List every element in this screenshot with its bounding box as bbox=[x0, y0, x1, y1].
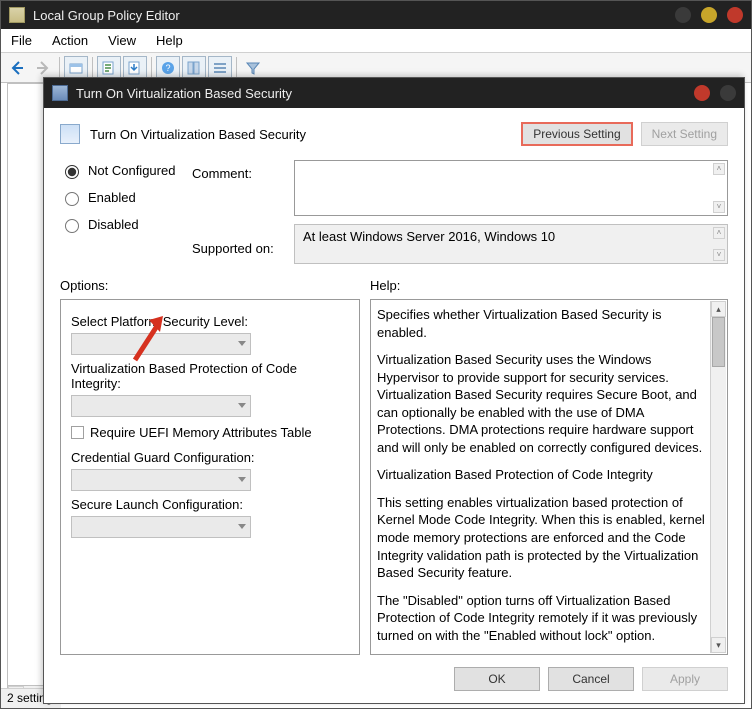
minimize-button[interactable] bbox=[675, 7, 691, 23]
opt-credguard-combo[interactable] bbox=[71, 469, 251, 491]
scroll-down-icon[interactable]: ˅ bbox=[713, 249, 725, 261]
svg-text:?: ? bbox=[165, 63, 170, 73]
gpedit-icon bbox=[9, 7, 25, 23]
help-label: Help: bbox=[370, 278, 400, 293]
maximize-button[interactable] bbox=[701, 7, 717, 23]
help-p2: Virtualization Based Security uses the W… bbox=[377, 351, 707, 456]
dialog-title-text: Turn On Virtualization Based Security bbox=[76, 86, 292, 101]
opt-platform-combo[interactable] bbox=[71, 333, 251, 355]
apply-button[interactable]: Apply bbox=[642, 667, 728, 691]
radio-disabled-input[interactable] bbox=[65, 219, 79, 233]
radio-label: Enabled bbox=[88, 190, 136, 205]
radio-label: Disabled bbox=[88, 217, 139, 232]
supported-label: Supported on: bbox=[192, 241, 282, 256]
radio-enabled-input[interactable] bbox=[65, 192, 79, 206]
tool-up-icon[interactable] bbox=[64, 56, 88, 80]
dialog-icon bbox=[52, 85, 68, 101]
scroll-up-icon[interactable]: ▴ bbox=[711, 301, 726, 317]
supported-scroll[interactable]: ˄ ˅ bbox=[713, 227, 725, 261]
menu-action[interactable]: Action bbox=[42, 33, 98, 48]
ok-button[interactable]: OK bbox=[454, 667, 540, 691]
dialog-header-row: Turn On Virtualization Based Security Pr… bbox=[60, 118, 728, 154]
field-labels: Comment: Supported on: bbox=[192, 160, 282, 264]
scroll-up-icon[interactable]: ˄ bbox=[713, 227, 725, 239]
menu-help[interactable]: Help bbox=[146, 33, 193, 48]
tool-help-icon[interactable]: ? bbox=[156, 56, 180, 80]
dialog-close-button[interactable] bbox=[694, 85, 710, 101]
radio-disabled[interactable]: Disabled bbox=[60, 216, 180, 233]
opt-platform-label: Select Platform Security Level: bbox=[71, 314, 349, 329]
tool-refresh-icon[interactable] bbox=[182, 56, 206, 80]
dialog-max-button[interactable] bbox=[720, 85, 736, 101]
help-panel: Specifies whether Virtualization Based S… bbox=[370, 299, 728, 655]
policy-dialog: Turn On Virtualization Based Security Tu… bbox=[43, 77, 745, 704]
menu-file[interactable]: File bbox=[1, 33, 42, 48]
comment-textarea[interactable]: ˄ ˅ bbox=[294, 160, 728, 216]
main-title: Local Group Policy Editor bbox=[33, 8, 180, 23]
config-section: Not Configured Enabled Disabled Comment:… bbox=[60, 154, 728, 264]
options-label: Options: bbox=[60, 278, 370, 293]
tool-properties-icon[interactable] bbox=[97, 56, 121, 80]
tool-list-icon[interactable] bbox=[208, 56, 232, 80]
help-p1: Specifies whether Virtualization Based S… bbox=[377, 306, 707, 341]
scroll-track[interactable] bbox=[711, 317, 726, 637]
radio-label: Not Configured bbox=[88, 163, 175, 178]
dialog-body: Turn On Virtualization Based Security Pr… bbox=[44, 108, 744, 703]
opt-vbpci-combo[interactable] bbox=[71, 395, 251, 417]
dialog-titlebar[interactable]: Turn On Virtualization Based Security bbox=[44, 78, 744, 108]
help-text: Specifies whether Virtualization Based S… bbox=[377, 306, 707, 648]
close-button[interactable] bbox=[727, 7, 743, 23]
comment-label: Comment: bbox=[192, 166, 282, 181]
help-p5: The "Disabled" option turns off Virtuali… bbox=[377, 592, 707, 645]
opt-vbpci-label: Virtualization Based Protection of Code … bbox=[71, 361, 349, 391]
cancel-button[interactable]: Cancel bbox=[548, 667, 634, 691]
nav-forward-icon[interactable] bbox=[31, 56, 55, 80]
tool-export-icon[interactable] bbox=[123, 56, 147, 80]
options-panel: Select Platform Security Level: Virtuali… bbox=[60, 299, 360, 655]
radio-group: Not Configured Enabled Disabled bbox=[60, 160, 180, 264]
help-scrollbar[interactable]: ▴ ▾ bbox=[710, 301, 726, 653]
menu-view[interactable]: View bbox=[98, 33, 146, 48]
supported-on-text: At least Windows Server 2016, Windows 10 bbox=[303, 229, 555, 244]
help-p4: This setting enables virtualization base… bbox=[377, 494, 707, 582]
dialog-button-row: OK Cancel Apply bbox=[60, 655, 728, 691]
field-values: ˄ ˅ At least Windows Server 2016, Window… bbox=[294, 160, 728, 264]
scroll-down-icon[interactable]: ▾ bbox=[711, 637, 726, 653]
opt-uefi-checkbox[interactable]: Require UEFI Memory Attributes Table bbox=[71, 425, 349, 440]
checkbox-icon[interactable] bbox=[71, 426, 84, 439]
main-menubar: File Action View Help bbox=[1, 29, 751, 53]
supported-on-field: At least Windows Server 2016, Windows 10… bbox=[294, 224, 728, 264]
tool-filter-icon[interactable] bbox=[241, 56, 265, 80]
opt-securelaunch-combo[interactable] bbox=[71, 516, 251, 538]
panels-row: Select Platform Security Level: Virtuali… bbox=[60, 299, 728, 655]
scroll-down-icon[interactable]: ˅ bbox=[713, 201, 725, 213]
previous-setting-button[interactable]: Previous Setting bbox=[521, 122, 632, 146]
comment-scroll[interactable]: ˄ ˅ bbox=[713, 163, 725, 213]
radio-enabled[interactable]: Enabled bbox=[60, 189, 180, 206]
scroll-up-icon[interactable]: ˄ bbox=[713, 163, 725, 175]
opt-credguard-label: Credential Guard Configuration: bbox=[71, 450, 349, 465]
help-p3: Virtualization Based Protection of Code … bbox=[377, 466, 707, 484]
opt-securelaunch-label: Secure Launch Configuration: bbox=[71, 497, 349, 512]
main-titlebar[interactable]: Local Group Policy Editor bbox=[1, 1, 751, 29]
scroll-thumb[interactable] bbox=[712, 317, 725, 367]
radio-not-configured-input[interactable] bbox=[65, 165, 79, 179]
panel-labels: Options: Help: bbox=[60, 278, 728, 293]
next-setting-button[interactable]: Next Setting bbox=[641, 122, 728, 146]
policy-icon bbox=[60, 124, 80, 144]
dialog-heading: Turn On Virtualization Based Security bbox=[90, 127, 306, 142]
opt-uefi-label: Require UEFI Memory Attributes Table bbox=[90, 425, 312, 440]
radio-not-configured[interactable]: Not Configured bbox=[60, 162, 180, 179]
nav-back-icon[interactable] bbox=[5, 56, 29, 80]
